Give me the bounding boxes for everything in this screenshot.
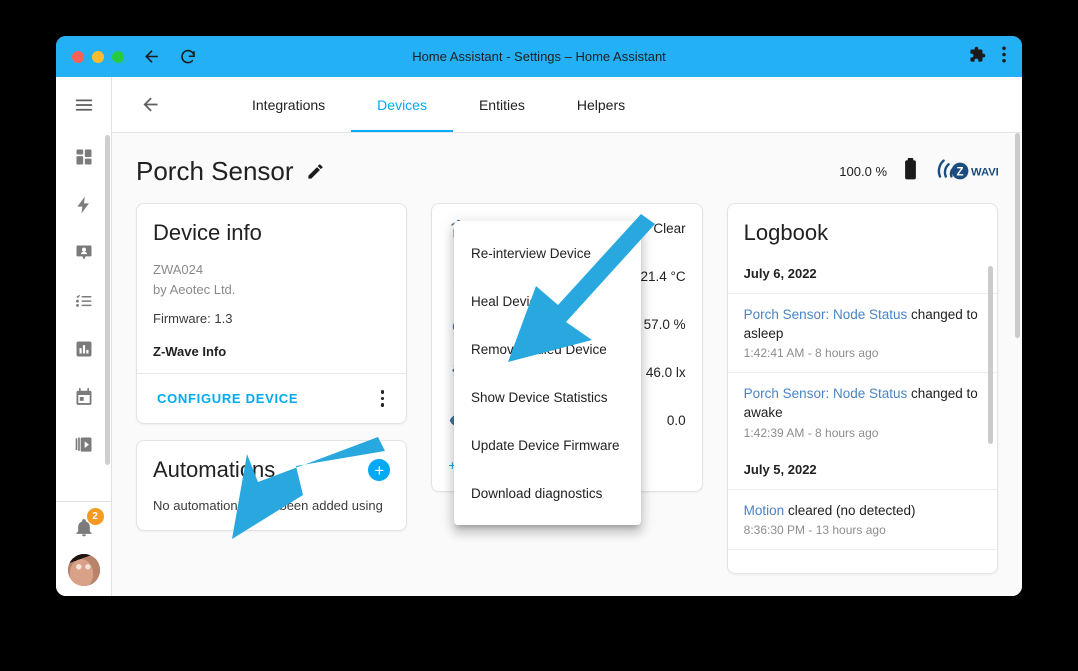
menu-item-re-interview-device[interactable]: Re-interview Device xyxy=(454,229,641,277)
sidebar-item-map[interactable] xyxy=(56,229,111,277)
device-info-card: Device info ZWA024 by Aeotec Ltd. Firmwa… xyxy=(136,203,408,424)
menu-item-show-device-statistics[interactable]: Show Device Statistics xyxy=(454,373,641,421)
main-column: Integrations Devices Entities Helpers Po… xyxy=(112,77,1022,596)
sidebar-item-calendar[interactable] xyxy=(56,373,111,421)
battery-level: 100.0 % xyxy=(839,163,887,179)
maximize-window-button[interactable] xyxy=(112,50,124,63)
logbook-entry[interactable]: Porch Sensor: Node Status changed to awa… xyxy=(727,372,997,451)
logbook-entry-text: cleared (no detected) xyxy=(784,502,916,518)
automations-card: Automations + No automations have been a… xyxy=(136,440,408,531)
close-window-button[interactable] xyxy=(72,50,84,63)
device-info-title: Device info xyxy=(153,220,262,245)
tab-integrations[interactable]: Integrations xyxy=(226,77,351,132)
browser-reload-icon[interactable] xyxy=(179,48,197,66)
entity-value: 21.4 °C xyxy=(640,268,686,284)
automations-title: Automations xyxy=(153,457,276,482)
kebab-menu-icon[interactable] xyxy=(371,382,395,415)
menu-item-download-diagnostics[interactable]: Download diagnostics xyxy=(454,469,641,517)
logbook-entity-link[interactable]: Porch Sensor: Node Status xyxy=(744,307,908,322)
zwave-info-label: Z-Wave Info xyxy=(153,344,227,359)
menu-item-heal-device[interactable]: Heal Device xyxy=(454,277,641,325)
app-sidebar: 2 xyxy=(56,77,112,596)
page-title: Porch Sensor xyxy=(136,155,294,186)
browser-chrome: Home Assistant - Settings – Home Assista… xyxy=(56,36,1022,77)
logbook-entry-time: 1:42:39 AM - 8 hours ago xyxy=(743,425,879,440)
device-model: ZWA024 xyxy=(153,262,204,277)
extension-puzzle-icon[interactable] xyxy=(969,46,986,68)
logbook-entry[interactable]: Motion cleared (no detected) 8:36:30 PM … xyxy=(727,488,997,549)
avatar[interactable] xyxy=(67,554,100,586)
plus-circle-icon[interactable]: + xyxy=(368,459,391,481)
page-scrollbar[interactable] xyxy=(1015,133,1020,338)
app-body: 2 Integrations Devices Entities Helpers xyxy=(56,77,1022,596)
page-back-button[interactable] xyxy=(122,94,178,115)
logbook-entry[interactable] xyxy=(727,548,997,573)
entity-value: 46.0 lx xyxy=(645,364,686,380)
sidebar-item-overview[interactable] xyxy=(56,133,111,181)
sidebar-scrollbar[interactable] xyxy=(105,135,110,465)
logbook-entry-time: 8:36:30 PM - 13 hours ago xyxy=(743,522,886,537)
device-firmware: Firmware: 1.3 xyxy=(153,311,233,326)
entity-value: 57.0 % xyxy=(643,316,686,332)
zwave-logo: Z WAVE xyxy=(934,156,998,186)
minimize-window-button[interactable] xyxy=(92,50,104,63)
zwave-wordmark: WAVE xyxy=(971,166,998,178)
sidebar-item-energy[interactable] xyxy=(56,181,111,229)
svg-text:Z: Z xyxy=(956,166,963,178)
column-right: Logbook July 6, 2022 Porch Sensor: Node … xyxy=(726,203,998,574)
browser-back-icon[interactable] xyxy=(142,47,161,66)
pencil-edit-icon[interactable] xyxy=(306,162,325,181)
battery-full-icon xyxy=(903,157,918,185)
menu-item-update-device-firmware[interactable]: Update Device Firmware xyxy=(454,421,641,469)
browser-window: Home Assistant - Settings – Home Assista… xyxy=(56,36,1022,596)
logbook-entity-link[interactable]: Motion xyxy=(744,503,785,518)
browser-title: Home Assistant - Settings – Home Assista… xyxy=(412,49,666,64)
notifications-button[interactable]: 2 xyxy=(64,508,104,548)
logbook-entity-link[interactable]: Porch Sensor: Node Status xyxy=(744,386,908,401)
device-context-menu: Re-interview Device Heal Device Remove F… xyxy=(454,221,641,525)
page-header: Porch Sensor 100.0 % Z WAV xyxy=(136,133,998,203)
notification-badge: 2 xyxy=(86,508,104,525)
logbook-title: Logbook xyxy=(743,220,829,245)
tab-entities[interactable]: Entities xyxy=(453,77,551,132)
page-header-status: 100.0 % Z WAV xyxy=(839,156,998,186)
logbook-date-header: July 5, 2022 xyxy=(743,461,817,477)
logbook-card: Logbook July 6, 2022 Porch Sensor: Node … xyxy=(726,203,998,574)
automations-empty-text: No automations have been added using xyxy=(153,498,383,513)
sidebar-item-media[interactable] xyxy=(56,421,111,469)
logbook-date-header: July 6, 2022 xyxy=(743,266,817,281)
logbook-entry[interactable]: Porch Sensor: Node Status changed to asl… xyxy=(727,293,997,372)
entity-value: Clear xyxy=(653,220,686,236)
page-topbar: Integrations Devices Entities Helpers xyxy=(112,77,1022,133)
device-manufacturer: by Aeotec Ltd. xyxy=(153,281,236,297)
logbook-entry-time: 1:42:41 AM - 8 hours ago xyxy=(743,346,879,361)
window-traffic-lights xyxy=(56,50,124,63)
menu-item-remove-failed-device[interactable]: Remove Failed Device xyxy=(454,325,641,373)
configure-device-button[interactable]: CONFIGURE DEVICE xyxy=(149,385,306,412)
hamburger-menu-icon[interactable] xyxy=(56,77,111,133)
tab-helpers[interactable]: Helpers xyxy=(551,77,651,132)
tab-devices[interactable]: Devices xyxy=(351,77,453,132)
browser-overflow-menu-icon[interactable] xyxy=(1002,45,1006,68)
entity-value: 0.0 xyxy=(666,412,686,428)
column-left: Device info ZWA024 by Aeotec Ltd. Firmwa… xyxy=(136,203,408,531)
sidebar-item-history[interactable] xyxy=(56,325,111,373)
settings-tabs: Integrations Devices Entities Helpers xyxy=(226,77,651,132)
logbook-scrollbar[interactable] xyxy=(987,266,993,444)
sidebar-item-logbook[interactable] xyxy=(56,277,111,325)
